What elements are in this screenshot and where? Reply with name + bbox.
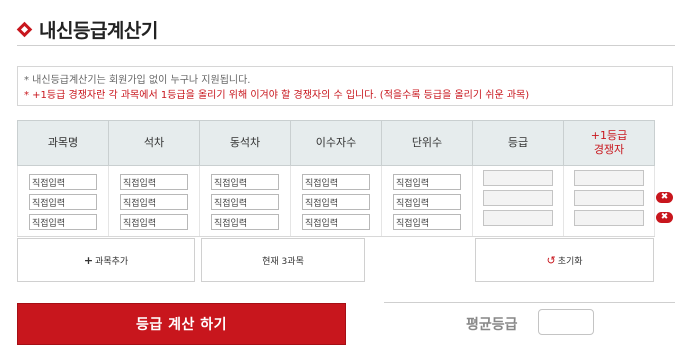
page-title: 내신등급계산기 (39, 20, 158, 42)
header-tied-rank: 동석차 (199, 120, 291, 166)
notice-line-1: * 내신등급계산기는 회원가입 없이 누구나 지원됩니다. (24, 75, 251, 86)
table-row: 직접입력 직접입력 직접입력 직접입력 직접입력 (17, 190, 655, 210)
tied-rank-input[interactable]: 직접입력 (211, 173, 279, 190)
header-subject: 과목명 (17, 120, 109, 166)
title-divider (17, 45, 675, 46)
competitors-output (574, 170, 644, 186)
grade-output (483, 170, 553, 186)
grade-output (483, 190, 553, 206)
table-header-row: 과목명 석차 동석차 이수자수 단위수 등급 +1등급 경쟁자 (17, 120, 655, 166)
header-students: 이수자수 (290, 120, 382, 166)
units-input[interactable]: 직접입력 (393, 213, 461, 230)
add-subject-label: 과목추가 (95, 256, 129, 267)
header-competitors: +1등급 경쟁자 (563, 120, 655, 166)
diamond-bullet-icon (16, 21, 33, 38)
reset-button[interactable]: ↺ 초기화 (475, 238, 654, 282)
average-grade-output (538, 309, 594, 335)
calculate-grade-button[interactable]: 등급 계산 하기 (17, 303, 346, 345)
header-competitors-line1: +1등급 (590, 129, 628, 142)
header-grade: 등급 (472, 120, 564, 166)
header-competitors-line2: 경쟁자 (593, 143, 625, 156)
average-divider (384, 302, 675, 303)
plus-icon: + (83, 253, 94, 267)
tied-rank-input[interactable]: 직접입력 (211, 213, 279, 230)
notice-line-2: * +1등급 경쟁자란 각 과목에서 1등급을 올리기 위해 이겨야 할 경쟁자… (24, 90, 530, 101)
rank-input[interactable]: 직접입력 (120, 193, 188, 210)
add-subject-button[interactable]: + 과목추가 (17, 238, 195, 282)
students-input[interactable]: 직접입력 (302, 213, 370, 230)
reset-label: 초기화 (557, 256, 583, 267)
notice-box: * 내신등급계산기는 회원가입 없이 누구나 지원됩니다. * +1등급 경쟁자… (17, 66, 673, 106)
students-input[interactable]: 직접입력 (302, 173, 370, 190)
delete-row-button[interactable]: ✖ (656, 192, 673, 203)
title-bar: 내신등급계산기 (16, 16, 158, 43)
rank-input[interactable]: 직접입력 (120, 173, 188, 190)
reset-icon: ↺ (546, 253, 556, 267)
subject-count-button: 현재 3과목 (201, 238, 365, 282)
table-row: 직접입력 직접입력 직접입력 직접입력 직접입력 (17, 210, 655, 237)
header-units: 단위수 (381, 120, 473, 166)
units-input[interactable]: 직접입력 (393, 173, 461, 190)
competitors-output (574, 190, 644, 206)
average-grade-label: 평균등급 (466, 317, 518, 333)
rank-input[interactable]: 직접입력 (120, 213, 188, 230)
grade-table: 과목명 석차 동석차 이수자수 단위수 등급 +1등급 경쟁자 직접입력 직접입력… (17, 120, 655, 237)
grade-output (483, 210, 553, 226)
tied-rank-input[interactable]: 직접입력 (211, 193, 279, 210)
students-input[interactable]: 직접입력 (302, 193, 370, 210)
table-row: 직접입력 직접입력 직접입력 직접입력 직접입력 (17, 165, 655, 190)
delete-row-button[interactable]: ✖ (656, 212, 673, 223)
subject-count-label: 현재 3과목 (262, 256, 304, 267)
competitors-output (574, 210, 644, 226)
subject-input[interactable]: 직접입력 (29, 213, 97, 230)
units-input[interactable]: 직접입력 (393, 193, 461, 210)
header-rank: 석차 (108, 120, 200, 166)
subject-input[interactable]: 직접입력 (29, 173, 97, 190)
subject-input[interactable]: 직접입력 (29, 193, 97, 210)
